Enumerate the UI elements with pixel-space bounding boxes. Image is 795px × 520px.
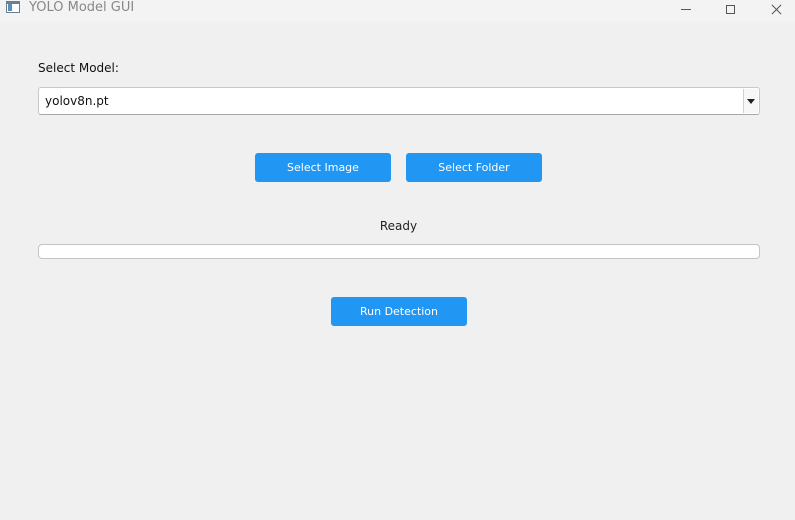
maximize-button[interactable] [707, 0, 753, 18]
minimize-icon [681, 8, 691, 10]
model-select-value: yolov8n.pt [45, 94, 109, 108]
app-window: YOLO Model GUI Select Model: yolov8n.pt … [0, 0, 795, 520]
select-model-label: Select Model: [38, 61, 119, 75]
maximize-icon [725, 4, 735, 14]
progress-bar [38, 244, 760, 259]
run-detection-button[interactable]: Run Detection [331, 297, 467, 326]
close-icon [771, 4, 782, 15]
dropdown-arrow-icon[interactable] [743, 89, 758, 113]
model-select[interactable]: yolov8n.pt [38, 87, 760, 115]
select-folder-button[interactable]: Select Folder [406, 153, 542, 182]
title-bar[interactable]: YOLO Model GUI [0, 0, 795, 22]
minimize-button[interactable] [663, 0, 709, 18]
app-icon [6, 1, 20, 13]
status-label: Ready [379, 219, 418, 233]
window-title: YOLO Model GUI [29, 0, 135, 15]
close-button[interactable] [753, 0, 795, 18]
select-image-button[interactable]: Select Image [255, 153, 391, 182]
